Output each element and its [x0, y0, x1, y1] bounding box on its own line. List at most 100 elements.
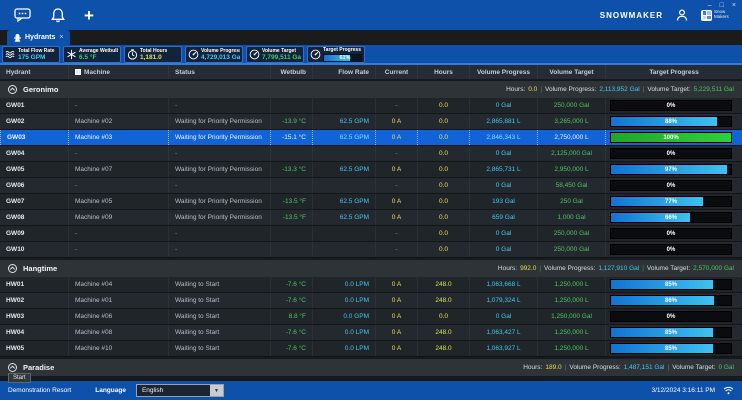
- machine-cell: Machine #07: [68, 162, 168, 177]
- hours-cell: 0.0: [417, 194, 469, 209]
- machine-cell: -: [68, 98, 168, 113]
- summary-volume-target-value: 2,570,000 Gal: [693, 265, 734, 272]
- progress-bar: 77%: [610, 196, 732, 207]
- notifications-bell-icon[interactable]: [50, 7, 66, 24]
- hydrant-row-GW06[interactable]: GW06---0.00 Gal58,450 Gal0%: [0, 178, 742, 194]
- hydrant-cell: HW05: [0, 341, 68, 356]
- hydrant-row-HW05[interactable]: HW05Machine #10Waiting to Start-7.6 °C0.…: [0, 341, 742, 357]
- add-button[interactable]: +: [84, 7, 94, 24]
- machine-cell: Machine #06: [68, 309, 168, 324]
- volume-progress-cell: 0 Gal: [469, 242, 537, 257]
- status-cell: Waiting to Start: [168, 309, 270, 324]
- target-progress-cell: 0%: [605, 242, 742, 257]
- hydrant-row-GW03[interactable]: GW03Machine #03Waiting for Priority Perm…: [0, 130, 742, 146]
- target-progress-cell: 0%: [605, 146, 742, 161]
- progress-bar: 85%: [610, 279, 732, 290]
- hours-cell: 0.0: [417, 210, 469, 225]
- language-select[interactable]: English ▼: [136, 384, 224, 397]
- column-header-hydrant[interactable]: Hydrant: [0, 65, 68, 79]
- section-header-geronimo[interactable]: GeronimoHours:0.0|Volume Progress:2,113,…: [0, 81, 742, 98]
- messages-icon[interactable]: [14, 7, 32, 23]
- current-cell: -: [375, 146, 417, 161]
- brand-logo-icon: [701, 10, 712, 21]
- hydrant-row-GW08[interactable]: GW08Machine #09Waiting for Priority Perm…: [0, 210, 742, 226]
- tab-close-icon[interactable]: ×: [59, 34, 63, 41]
- hydrant-row-GW05[interactable]: GW05Machine #07Waiting for Priority Perm…: [0, 162, 742, 178]
- stat-card-target-progress: Target Progress 61%: [307, 46, 365, 63]
- collapse-circle-icon[interactable]: [8, 363, 17, 372]
- column-header-label: Volume Target: [549, 69, 593, 76]
- hydrant-row-GW09[interactable]: GW09---0.00 Gal250,000 Gal0%: [0, 226, 742, 242]
- tab-hydrants[interactable]: Hydrants ×: [7, 30, 70, 45]
- status-cell: Waiting to Start: [168, 277, 270, 292]
- target-progress-cell: 85%: [605, 277, 742, 292]
- wetbulb-cell: [270, 98, 312, 113]
- hydrant-row-GW07[interactable]: GW07Machine #05Waiting for Priority Perm…: [0, 194, 742, 210]
- volume-target-cell: 1,250,000 L: [537, 341, 605, 356]
- checkbox-icon[interactable]: [75, 69, 81, 75]
- collapse-circle-icon[interactable]: [8, 264, 17, 273]
- summary-volume-progress-value: 1,127,910 Gal: [598, 265, 639, 272]
- column-header-label: Hydrant: [6, 69, 31, 76]
- start-tooltip: Start: [8, 373, 31, 383]
- hydrant-row-HW01[interactable]: HW01Machine #04Waiting to Start-7.6 °C0.…: [0, 277, 742, 293]
- flow-rate-cell: [312, 98, 375, 113]
- hydrant-row-HW02[interactable]: HW02Machine #01Waiting to Start-7.6 °C0.…: [0, 293, 742, 309]
- volume-target-cell: 250 Gal: [537, 194, 605, 209]
- progress-percent-label: 100%: [611, 133, 731, 142]
- hydrant-row-GW04[interactable]: GW04---0.00 Gal2,125,000 Gal0%: [0, 146, 742, 162]
- hydrant-row-GW01[interactable]: GW01---0.00 Gal250,000 Gal0%: [0, 98, 742, 114]
- column-header-label: Flow Rate: [338, 69, 369, 76]
- user-profile-icon[interactable]: [675, 8, 689, 22]
- volume-progress-cell: 2,865,881 L: [469, 114, 537, 129]
- status-cell: -: [168, 226, 270, 241]
- column-header-volume-target[interactable]: Volume Target: [537, 65, 605, 79]
- target-progress-cell: 0%: [605, 178, 742, 193]
- hydrant-row-GW02[interactable]: GW02Machine #02Waiting for Priority Perm…: [0, 114, 742, 130]
- section-header-hangtime[interactable]: HangtimeHours:992.0|Volume Progress:1,12…: [0, 260, 742, 277]
- status-cell: Waiting to Start: [168, 293, 270, 308]
- column-header-hours[interactable]: Hours: [417, 65, 469, 79]
- close-button[interactable]: ×: [732, 2, 736, 9]
- progress-bar: 0%: [610, 244, 732, 255]
- stats-strip: Total Flow Rate175 GPM Average Wetbulb6.…: [0, 45, 742, 65]
- target-progress-cell: 0%: [605, 98, 742, 113]
- hours-cell: 0.0: [417, 242, 469, 257]
- column-header-machine[interactable]: Machine: [68, 65, 168, 79]
- hydrant-row-GW10[interactable]: GW10---0.00 Gal250,000 Gal0%: [0, 242, 742, 258]
- column-header-flow-rate[interactable]: Flow Rate: [312, 65, 375, 79]
- wetbulb-cell: -15.1 °C: [270, 130, 312, 145]
- flow-rate-cell: [312, 226, 375, 241]
- column-header-target-progress[interactable]: Target Progress: [605, 65, 742, 79]
- collapse-circle-icon[interactable]: [8, 85, 17, 94]
- column-header-label: Status: [175, 69, 195, 76]
- hydrant-row-HW03[interactable]: HW03Machine #06Waiting to Start8.8 °F0.0…: [0, 309, 742, 325]
- hydrant-cell: GW06: [0, 178, 68, 193]
- section-header-paradise[interactable]: ParadiseHours:189.0|Volume Progress:1,48…: [0, 359, 742, 376]
- volume-progress-cell: 0 Gal: [469, 178, 537, 193]
- volume-target-cell: 1,250,000 L: [537, 277, 605, 292]
- progress-bar: 0%: [610, 100, 732, 111]
- column-header-volume-progress[interactable]: Volume Progress: [469, 65, 537, 79]
- minimize-button[interactable]: –: [708, 2, 712, 9]
- column-header-wetbulb[interactable]: Wetbulb: [270, 65, 312, 79]
- progress-bar: 0%: [610, 228, 732, 239]
- flow-rate-cell: [312, 242, 375, 257]
- maximize-button[interactable]: □: [720, 2, 724, 9]
- hydrant-row-HW04[interactable]: HW04Machine #08Waiting to Start-7.6 °C0.…: [0, 325, 742, 341]
- volume-target-cell: 3,265,000 L: [537, 114, 605, 129]
- volume-progress-cell: 1,063,668 L: [469, 277, 537, 292]
- summary-volume-progress-value: 2,113,952 Gal: [599, 86, 639, 93]
- wetbulb-cell: -7.6 °C: [270, 293, 312, 308]
- flow-rate-cell: [312, 146, 375, 161]
- target-progress-percent: 61%: [324, 55, 362, 61]
- column-header-current[interactable]: Current: [375, 65, 417, 79]
- machine-cell: -: [68, 226, 168, 241]
- wetbulb-cell: -7.6 °C: [270, 325, 312, 340]
- progress-percent-label: 0%: [611, 312, 731, 321]
- summary-volume-target-label: Volume Target:: [672, 364, 715, 371]
- hydrant-cell: GW08: [0, 210, 68, 225]
- column-header-status[interactable]: Status: [168, 65, 270, 79]
- hydrant-cell: GW04: [0, 146, 68, 161]
- flow-rate-cell: 0.0 GPM: [312, 309, 375, 324]
